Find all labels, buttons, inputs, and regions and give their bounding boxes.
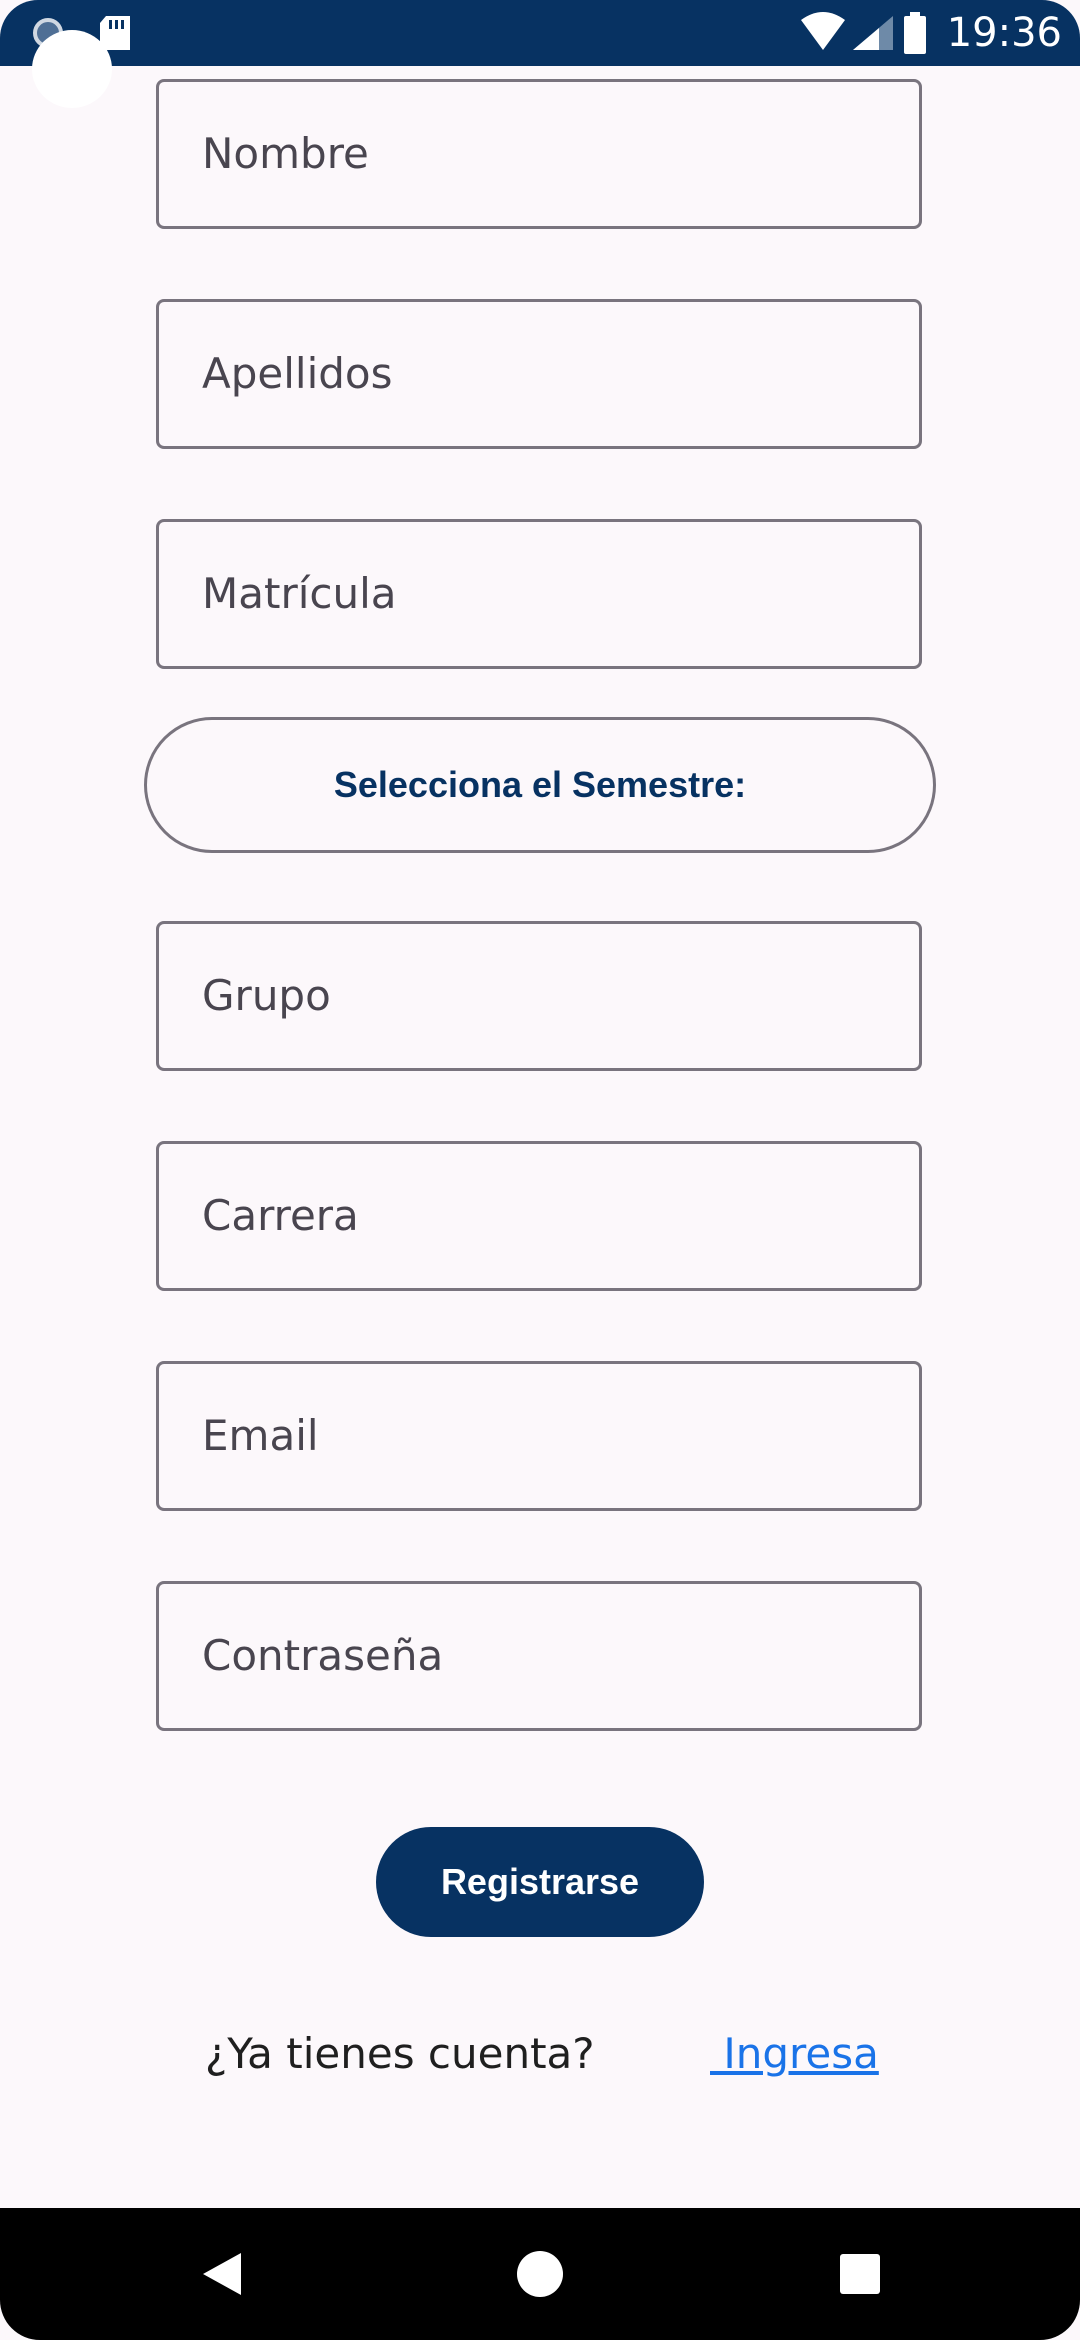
- semester-select-label: Selecciona el Semestre:: [333, 764, 747, 805]
- grupo-field-label: Grupo: [202, 971, 331, 1020]
- semester-select-button[interactable]: Selecciona el Semestre:: [144, 717, 936, 853]
- wifi-icon: [800, 12, 845, 50]
- password-field-label: Contraseña: [202, 1631, 444, 1680]
- back-button[interactable]: [152, 2208, 292, 2340]
- have-account-question: ¿Ya tienes cuenta?: [205, 2029, 595, 2078]
- apellidos-field[interactable]: Apellidos: [156, 299, 922, 449]
- battery-icon: [903, 12, 926, 54]
- status-bar: 19:36: [0, 0, 1080, 66]
- recents-button[interactable]: [790, 2208, 930, 2340]
- status-time: 19:36: [946, 10, 1062, 56]
- login-link[interactable]: Ingresa: [710, 2024, 878, 2084]
- back-icon: [203, 2253, 241, 2295]
- home-button[interactable]: [470, 2208, 610, 2340]
- carrera-field-label: Carrera: [202, 1191, 359, 1240]
- password-field[interactable]: Contraseña: [156, 1581, 922, 1731]
- email-field-label: Email: [202, 1411, 319, 1460]
- register-button-label: Registrarse: [440, 1861, 640, 1902]
- nombre-field-label: Nombre: [202, 129, 369, 178]
- system-icons: 19:36: [800, 8, 1062, 58]
- register-button[interactable]: Registrarse: [376, 1827, 704, 1937]
- email-field[interactable]: Email: [156, 1361, 922, 1511]
- apellidos-field-label: Apellidos: [202, 349, 393, 398]
- home-icon: [517, 2251, 563, 2297]
- signal-icon: [852, 16, 893, 50]
- sd-card-icon: [100, 16, 130, 50]
- recents-icon: [840, 2254, 880, 2294]
- matricula-field[interactable]: Matrícula: [156, 519, 922, 669]
- matricula-field-label: Matrícula: [202, 569, 397, 618]
- grupo-field[interactable]: Grupo: [156, 921, 922, 1071]
- nombre-field[interactable]: Nombre: [156, 79, 922, 229]
- navigation-bar: [0, 2208, 1080, 2340]
- camera-cutout: [32, 30, 112, 108]
- carrera-field[interactable]: Carrera: [156, 1141, 922, 1291]
